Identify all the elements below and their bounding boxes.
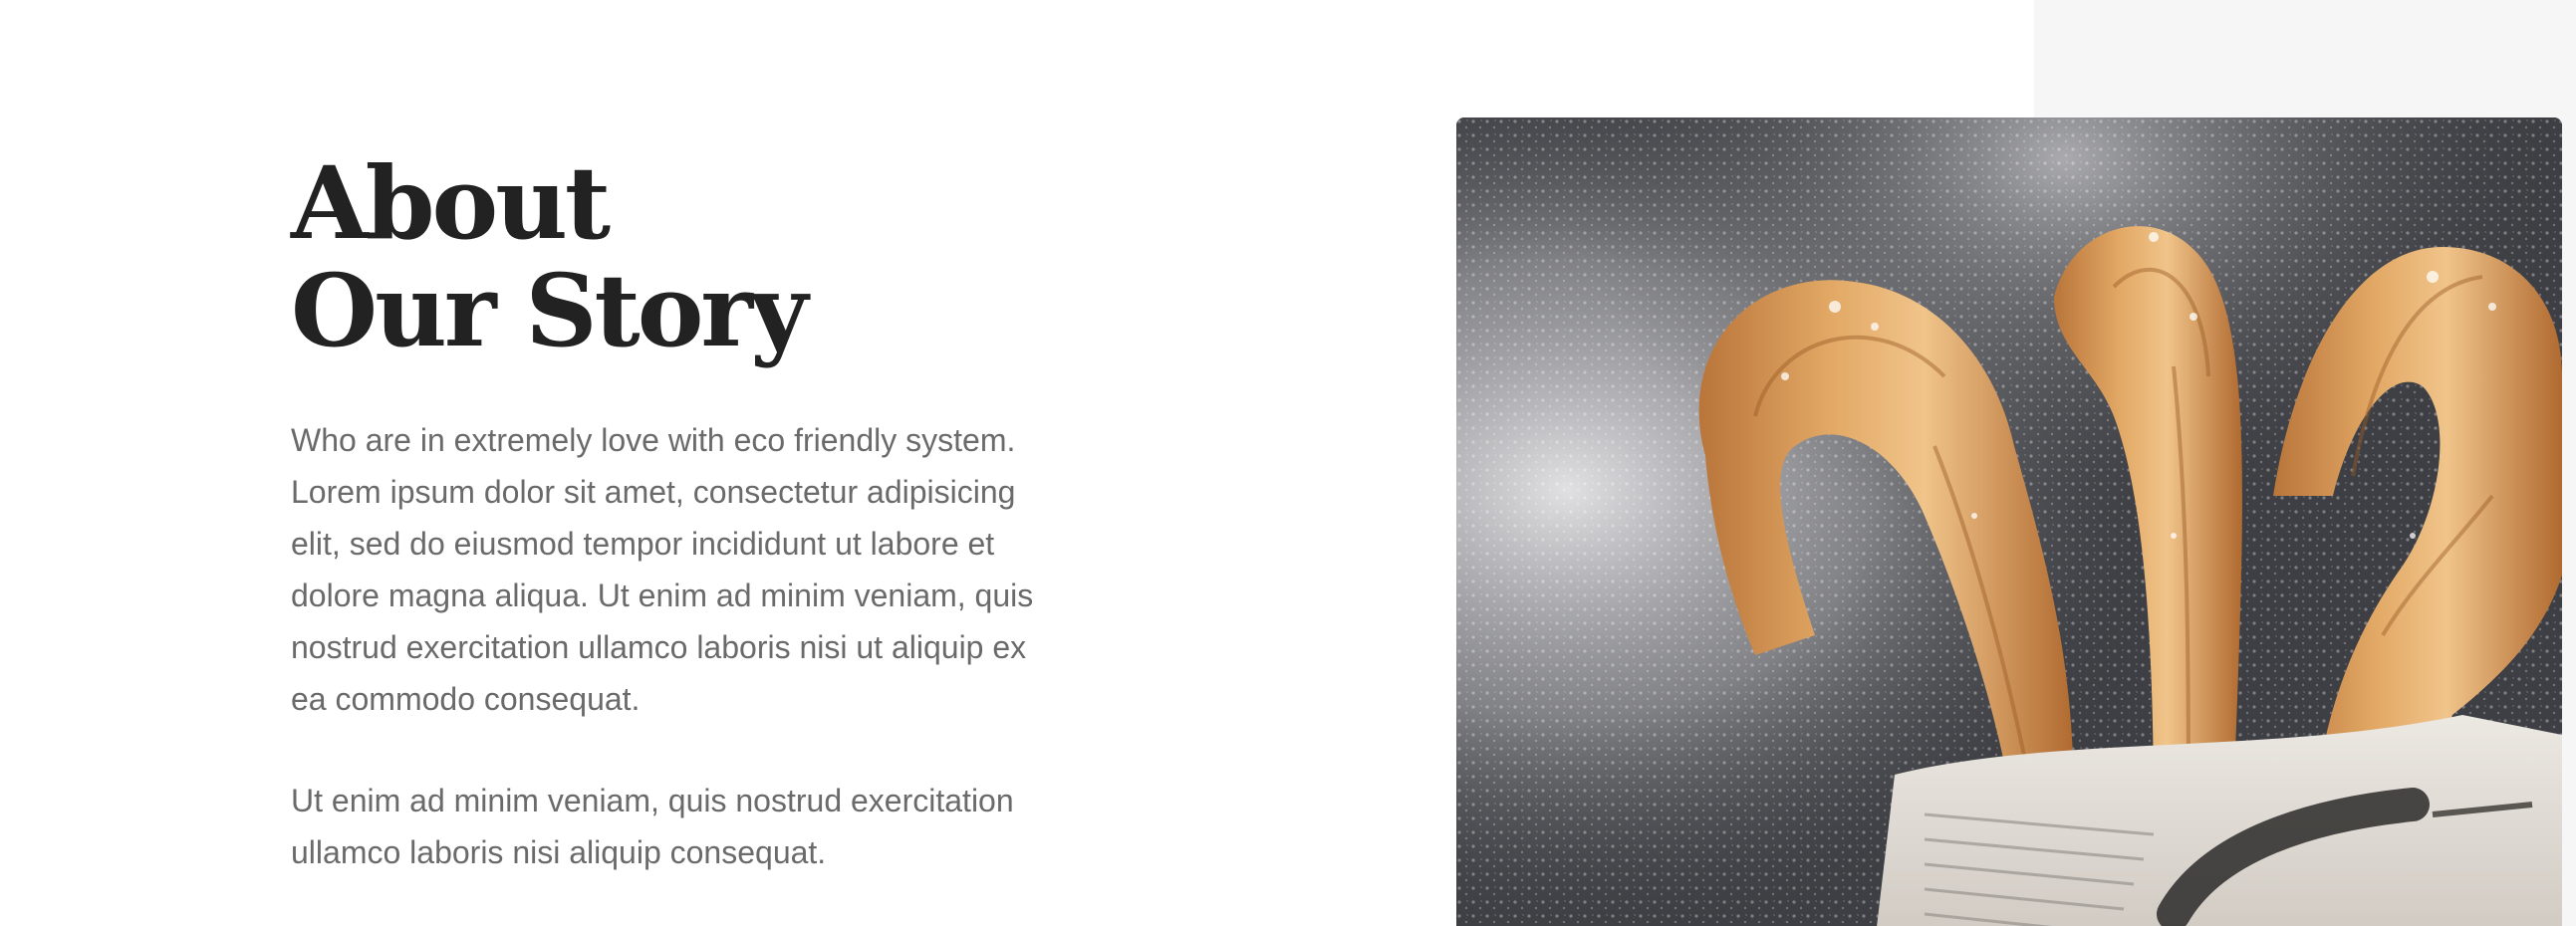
- churros-illustration: [1456, 117, 2562, 926]
- heading-line-2: Our Story: [291, 252, 808, 369]
- heading-line-1: About: [291, 144, 611, 262]
- about-section: About Our Story Who are in extremely lov…: [0, 0, 2576, 926]
- about-paragraph-1: Who are in extremely love with eco frien…: [291, 422, 1034, 717]
- about-paragraph-2: Ut enim ad minim veniam, quis nostrud ex…: [291, 783, 1014, 870]
- about-text-block: About Our Story Who are in extremely lov…: [291, 149, 1068, 878]
- churros-photo: [1456, 117, 2562, 926]
- section-heading: About Our Story: [291, 149, 1068, 364]
